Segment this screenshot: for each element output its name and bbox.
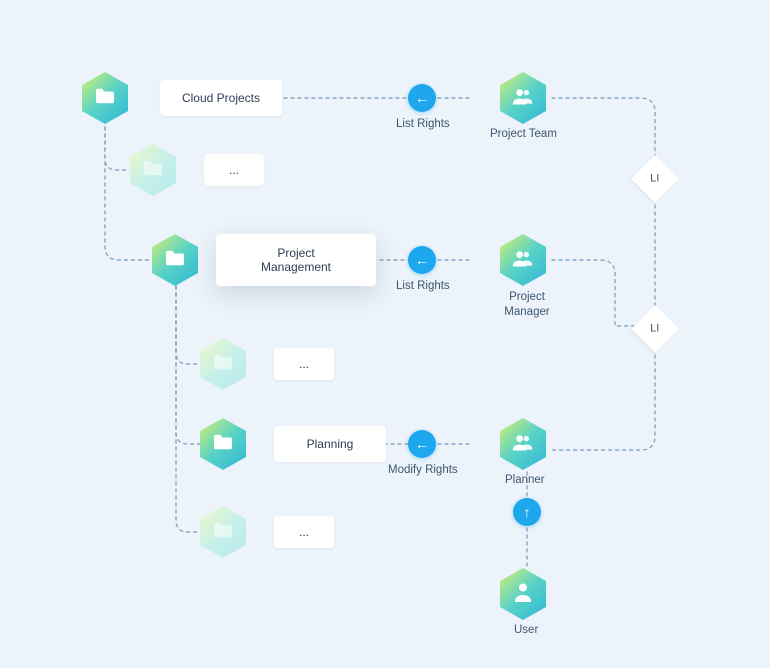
- people-icon: [512, 87, 534, 109]
- person-icon: [514, 582, 532, 606]
- people-icon: [512, 249, 534, 271]
- folder-label-project-management: Project Management: [216, 234, 376, 286]
- folder-label-text: Project Management: [261, 246, 331, 274]
- ellipsis-card-3: ...: [274, 516, 334, 548]
- arrow-circle-modify-rights: ←: [408, 430, 436, 458]
- arrow-circle-list-rights-1: ←: [408, 84, 436, 112]
- role-caption-planner: Planner: [505, 474, 545, 486]
- ellipsis-card-1: ...: [204, 154, 264, 186]
- arrow-left-icon: ←: [415, 253, 429, 267]
- folder-icon: [212, 521, 234, 543]
- decision-label: LI: [650, 173, 659, 185]
- folder-icon: [94, 87, 116, 109]
- arrow-left-icon: ←: [415, 91, 429, 105]
- folder-label-cloud-projects: Cloud Projects: [160, 80, 282, 116]
- role-caption-user: User: [514, 624, 538, 636]
- folder-label-text: Planning: [307, 437, 354, 451]
- people-icon: [512, 433, 534, 455]
- rights-caption-2: List Rights: [396, 280, 450, 292]
- role-caption-project-manager: Project Manager: [502, 290, 552, 320]
- folder-label-planning: Planning: [274, 426, 386, 462]
- ellipsis-text: ...: [299, 357, 309, 371]
- decision-label: LI: [650, 323, 659, 335]
- folder-icon: [212, 353, 234, 375]
- folder-icon: [142, 159, 164, 181]
- folder-icon: [164, 249, 186, 271]
- arrow-circle-list-rights-2: ←: [408, 246, 436, 274]
- ellipsis-text: ...: [229, 163, 239, 177]
- arrow-up-icon: ↑: [524, 505, 531, 519]
- ellipsis-text: ...: [299, 525, 309, 539]
- arrow-left-icon: ←: [415, 437, 429, 451]
- folder-icon: [212, 433, 234, 455]
- role-caption-project-team: Project Team: [490, 128, 557, 140]
- rights-caption-1: List Rights: [396, 118, 450, 130]
- ellipsis-card-2: ...: [274, 348, 334, 380]
- rights-caption-3: Modify Rights: [388, 464, 458, 476]
- folder-label-text: Cloud Projects: [182, 91, 260, 105]
- arrow-circle-up: ↑: [513, 498, 541, 526]
